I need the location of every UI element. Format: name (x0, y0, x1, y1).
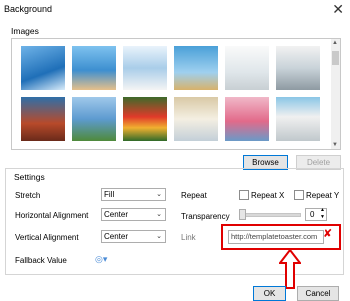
gallery-scrollbar[interactable]: ▲ ▼ (331, 39, 340, 149)
link-input[interactable]: http://templatetoaster.com (228, 230, 324, 244)
vertical-alignment-value: Center (104, 232, 129, 241)
transparency-slider-knob[interactable] (239, 209, 246, 220)
repeat-x-checkbox[interactable] (239, 190, 249, 200)
repeat-label: Repeat (181, 191, 207, 200)
stretch-dropdown[interactable]: Fill ⌄ (101, 188, 166, 201)
close-icon[interactable]: ✕ (332, 1, 344, 17)
chevron-down-icon: ⌄ (156, 211, 162, 218)
stretch-value: Fill (104, 190, 115, 199)
scroll-down-icon[interactable]: ▼ (332, 142, 338, 148)
settings-section-label: Settings (12, 172, 47, 182)
clear-link-icon[interactable]: ✘ (323, 227, 332, 240)
image-thumbnail[interactable] (225, 46, 269, 90)
horizontal-alignment-label: Horizontal Alignment (15, 211, 89, 220)
spin-up-icon[interactable]: ▲ (320, 207, 325, 213)
image-thumbnail[interactable] (225, 97, 269, 141)
repeat-y-checkbox[interactable] (294, 190, 304, 200)
transparency-label: Transparency (181, 212, 230, 221)
image-gallery: ▲ ▼ (11, 38, 341, 150)
horizontal-alignment-dropdown[interactable]: Center ⌄ (101, 208, 166, 221)
up-arrow-icon (279, 249, 301, 289)
cancel-button[interactable]: Cancel (297, 286, 339, 301)
scrollbar-thumb[interactable] (332, 51, 339, 65)
transparency-slider[interactable] (239, 213, 301, 217)
vertical-alignment-label: Vertical Alignment (15, 233, 79, 242)
horizontal-alignment-value: Center (104, 210, 129, 219)
image-thumbnail[interactable] (72, 46, 116, 90)
image-thumbnail[interactable] (123, 46, 167, 90)
image-thumbnail[interactable] (276, 97, 320, 141)
image-thumbnail[interactable] (21, 97, 65, 141)
repeat-y-label: Repeat Y (306, 191, 340, 200)
image-thumbnail[interactable] (276, 46, 320, 90)
images-section-label: Images (11, 26, 39, 36)
image-thumbnail[interactable] (174, 97, 218, 141)
background-dialog: Background ✕ Images ▲ ▼ Browse Delete Se… (0, 0, 350, 301)
fallback-value-label: Fallback Value (15, 256, 67, 265)
color-picker-icon[interactable]: ◎▾ (95, 254, 107, 265)
stretch-label: Stretch (15, 191, 41, 200)
vertical-alignment-dropdown[interactable]: Center ⌄ (101, 230, 166, 243)
image-thumbnail[interactable] (21, 46, 65, 90)
chevron-down-icon: ⌄ (156, 191, 162, 198)
spin-down-icon[interactable]: ▼ (320, 214, 325, 220)
image-thumbnail[interactable] (174, 46, 218, 90)
link-label: Link (181, 233, 196, 242)
repeat-x-label: Repeat X (251, 191, 285, 200)
dialog-title: Background (4, 4, 53, 14)
scroll-up-icon[interactable]: ▲ (332, 40, 338, 46)
transparency-value: 0 (310, 210, 315, 219)
transparency-spinner[interactable]: 0 ▲ ▼ (305, 207, 327, 221)
title-bar: Background ✕ (0, 0, 350, 20)
image-thumbnail[interactable] (72, 97, 116, 141)
image-thumbnail[interactable] (123, 97, 167, 141)
chevron-down-icon: ⌄ (156, 233, 162, 240)
ok-button[interactable]: OK (253, 286, 286, 301)
